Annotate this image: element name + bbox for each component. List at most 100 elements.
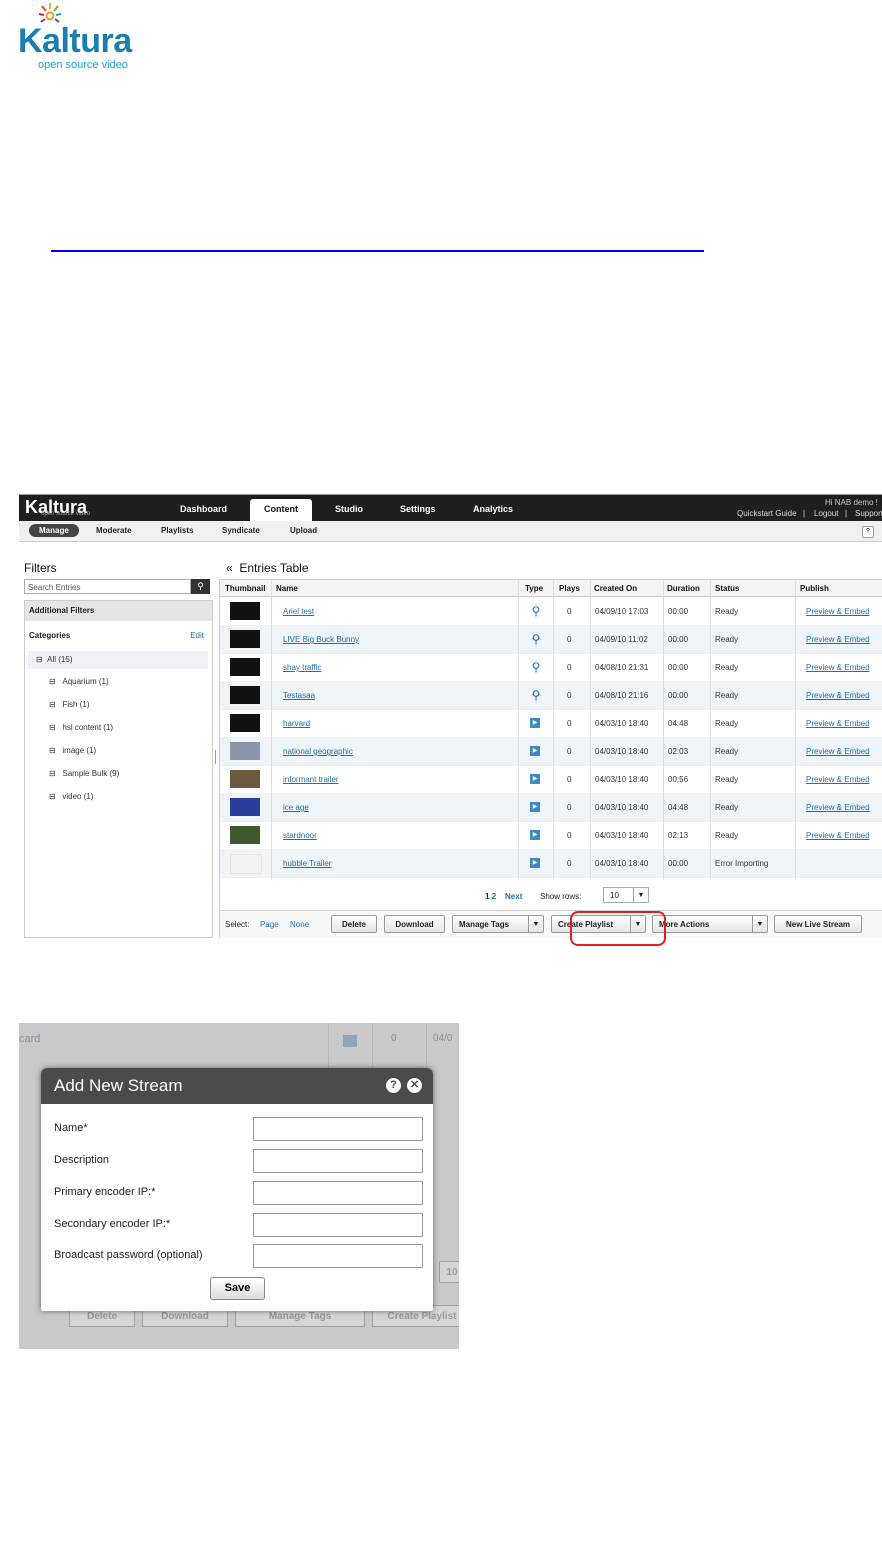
column-header-type[interactable]: Type — [525, 584, 543, 593]
description-field[interactable] — [253, 1149, 423, 1173]
additional-filters-header[interactable]: Additional Filters — [25, 601, 212, 621]
chevron-down-icon[interactable]: ▼ — [633, 888, 648, 902]
category-item-hsl-content[interactable]: ⊟ hsl content (1) — [49, 723, 113, 732]
select-none-link[interactable]: None — [290, 920, 309, 929]
category-item-fish[interactable]: ⊟ Fish (1) — [49, 700, 90, 709]
chevron-down-icon[interactable]: ▼ — [528, 916, 543, 932]
table-row[interactable]: LIVE Big Buck Bunny 0 04/09/10 11:02 00:00 R… — [220, 625, 882, 654]
entry-thumbnail[interactable] — [230, 658, 260, 676]
search-input[interactable]: Search Entries — [24, 579, 191, 594]
quickstart-link[interactable]: Quickstart Guide — [737, 509, 797, 518]
preview-embed-link[interactable]: Preview & Embed — [806, 803, 870, 812]
broadcast-password-field[interactable] — [253, 1244, 423, 1268]
subtab-syndicate[interactable]: Syndicate — [222, 526, 260, 535]
categories-edit-link[interactable]: Edit — [190, 631, 204, 640]
collapse-icon[interactable]: ⊟ — [49, 746, 56, 755]
table-row[interactable]: stardnoor 0 04/03/10 18:40 02:13 Ready Previe… — [220, 821, 882, 850]
help-icon[interactable]: ? — [386, 1078, 401, 1093]
category-item-aquarium[interactable]: ⊟ Aquarium (1) — [49, 677, 109, 686]
nav-tab-dashboard[interactable]: Dashboard — [180, 504, 227, 514]
category-item-video[interactable]: ⊟ video (1) — [49, 792, 94, 801]
entry-name-link[interactable]: hubble Trailer — [283, 859, 331, 868]
category-item-all[interactable]: ⊟ All (15) — [28, 651, 208, 669]
preview-embed-link[interactable]: Preview & Embed — [806, 663, 870, 672]
chevron-down-icon[interactable]: ▼ — [752, 916, 767, 932]
entry-name-link[interactable]: stardnoor — [283, 831, 317, 840]
more-actions-dropdown[interactable]: More Actions ▼ — [652, 915, 768, 933]
new-live-stream-button[interactable]: New Live Stream — [774, 915, 862, 933]
page-1-link[interactable]: 1 — [485, 892, 489, 901]
table-row[interactable]: informant trailer 0 04/03/10 18:40 00:56 Rea… — [220, 765, 882, 794]
nav-tab-studio[interactable]: Studio — [335, 504, 363, 514]
column-header-created-on[interactable]: Created On — [594, 584, 637, 593]
entry-thumbnail[interactable] — [230, 742, 260, 760]
column-header-name[interactable]: Name — [276, 584, 298, 593]
manage-tags-dropdown[interactable]: Manage Tags ▼ — [452, 915, 544, 933]
collapse-icon[interactable]: ⊟ — [49, 723, 56, 732]
column-header-status[interactable]: Status — [715, 584, 739, 593]
support-link[interactable]: Support — [855, 509, 882, 518]
table-row[interactable]: Ariel test 0 04/09/10 17:03 00:00 Ready Previ… — [220, 597, 882, 626]
entry-thumbnail[interactable] — [230, 602, 260, 620]
link-underline[interactable] — [51, 250, 704, 252]
table-row[interactable]: national geographic 0 04/03/10 18:40 02:03 R… — [220, 737, 882, 766]
entry-name-link[interactable]: shay traffic — [283, 663, 322, 672]
preview-embed-link[interactable]: Preview & Embed — [806, 747, 870, 756]
save-button[interactable]: Save — [210, 1277, 265, 1300]
column-header-publish[interactable]: Publish — [800, 584, 829, 593]
preview-embed-link[interactable]: Preview & Embed — [806, 831, 870, 840]
logout-link[interactable]: Logout — [814, 509, 838, 518]
page-2-link[interactable]: 2 — [492, 892, 496, 901]
preview-embed-link[interactable]: Preview & Embed — [806, 719, 870, 728]
collapse-icon[interactable]: ⊟ — [49, 700, 56, 709]
table-row[interactable]: ice age 0 04/03/10 18:40 04:48 Ready Preview … — [220, 793, 882, 822]
entry-thumbnail[interactable] — [230, 714, 260, 732]
secondary-encoder-ip-field[interactable] — [253, 1213, 423, 1237]
delete-button[interactable]: Delete — [331, 915, 377, 933]
preview-embed-link[interactable]: Preview & Embed — [806, 635, 870, 644]
column-header-duration[interactable]: Duration — [667, 584, 700, 593]
collapse-icon[interactable]: ⊟ — [49, 792, 56, 801]
collapse-icon[interactable]: ⊟ — [49, 677, 56, 686]
collapse-icon[interactable]: ⊟ — [49, 769, 56, 778]
rows-per-page-select[interactable]: 10 ▼ — [603, 887, 649, 903]
collapse-filters-icon[interactable]: « — [226, 561, 233, 575]
close-icon[interactable]: ✕ — [407, 1078, 422, 1093]
nav-tab-analytics[interactable]: Analytics — [473, 504, 513, 514]
entry-thumbnail[interactable] — [230, 686, 260, 704]
preview-embed-link[interactable]: Preview & Embed — [806, 691, 870, 700]
entry-name-link[interactable]: informant trailer — [283, 775, 339, 784]
entry-thumbnail[interactable] — [230, 854, 262, 874]
select-page-link[interactable]: Page — [260, 920, 279, 929]
category-item-image[interactable]: ⊟ image (1) — [49, 746, 96, 755]
table-row[interactable]: Testasaa 0 04/08/10 21:16 00:00 Ready Preview… — [220, 681, 882, 710]
table-row[interactable]: hubble Trailer 0 04/03/10 18:40 00:00 Error … — [220, 849, 882, 878]
entry-name-link[interactable]: ice age — [283, 803, 309, 812]
entry-thumbnail[interactable] — [230, 826, 260, 844]
column-header-thumbnail[interactable]: Thumbnail — [225, 584, 265, 593]
entry-thumbnail[interactable] — [230, 630, 260, 648]
download-button[interactable]: Download — [384, 915, 445, 933]
entry-name-link[interactable]: harvard — [283, 719, 310, 728]
help-icon[interactable]: ? — [862, 526, 874, 538]
subtab-moderate[interactable]: Moderate — [96, 526, 132, 535]
subtab-upload[interactable]: Upload — [290, 526, 317, 535]
nav-tab-content[interactable]: Content — [250, 499, 312, 521]
next-page-link[interactable]: Next — [505, 892, 522, 901]
preview-embed-link[interactable]: Preview & Embed — [806, 775, 870, 784]
category-item-sample-bulk[interactable]: ⊟ Sample Bulk (9) — [49, 769, 119, 778]
collapse-icon[interactable]: ⊟ — [36, 655, 43, 664]
name-field[interactable] — [253, 1117, 423, 1141]
preview-embed-link[interactable]: Preview & Embed — [806, 607, 870, 616]
entry-name-link[interactable]: LIVE Big Buck Bunny — [283, 635, 359, 644]
table-row[interactable]: harvard 0 04/03/10 18:40 04:48 Ready Preview … — [220, 709, 882, 738]
entry-thumbnail[interactable] — [230, 770, 260, 788]
table-row[interactable]: shay traffic 0 04/08/10 21:31 00:00 Ready Pre… — [220, 653, 882, 682]
column-header-plays[interactable]: Plays — [559, 584, 580, 593]
entry-name-link[interactable]: national geographic — [283, 747, 353, 756]
subtab-manage[interactable]: Manage — [29, 524, 79, 537]
nav-tab-settings[interactable]: Settings — [400, 504, 436, 514]
entry-name-link[interactable]: Ariel test — [283, 607, 314, 616]
search-icon[interactable]: ⚲ — [191, 579, 210, 594]
primary-encoder-ip-field[interactable] — [253, 1181, 423, 1205]
